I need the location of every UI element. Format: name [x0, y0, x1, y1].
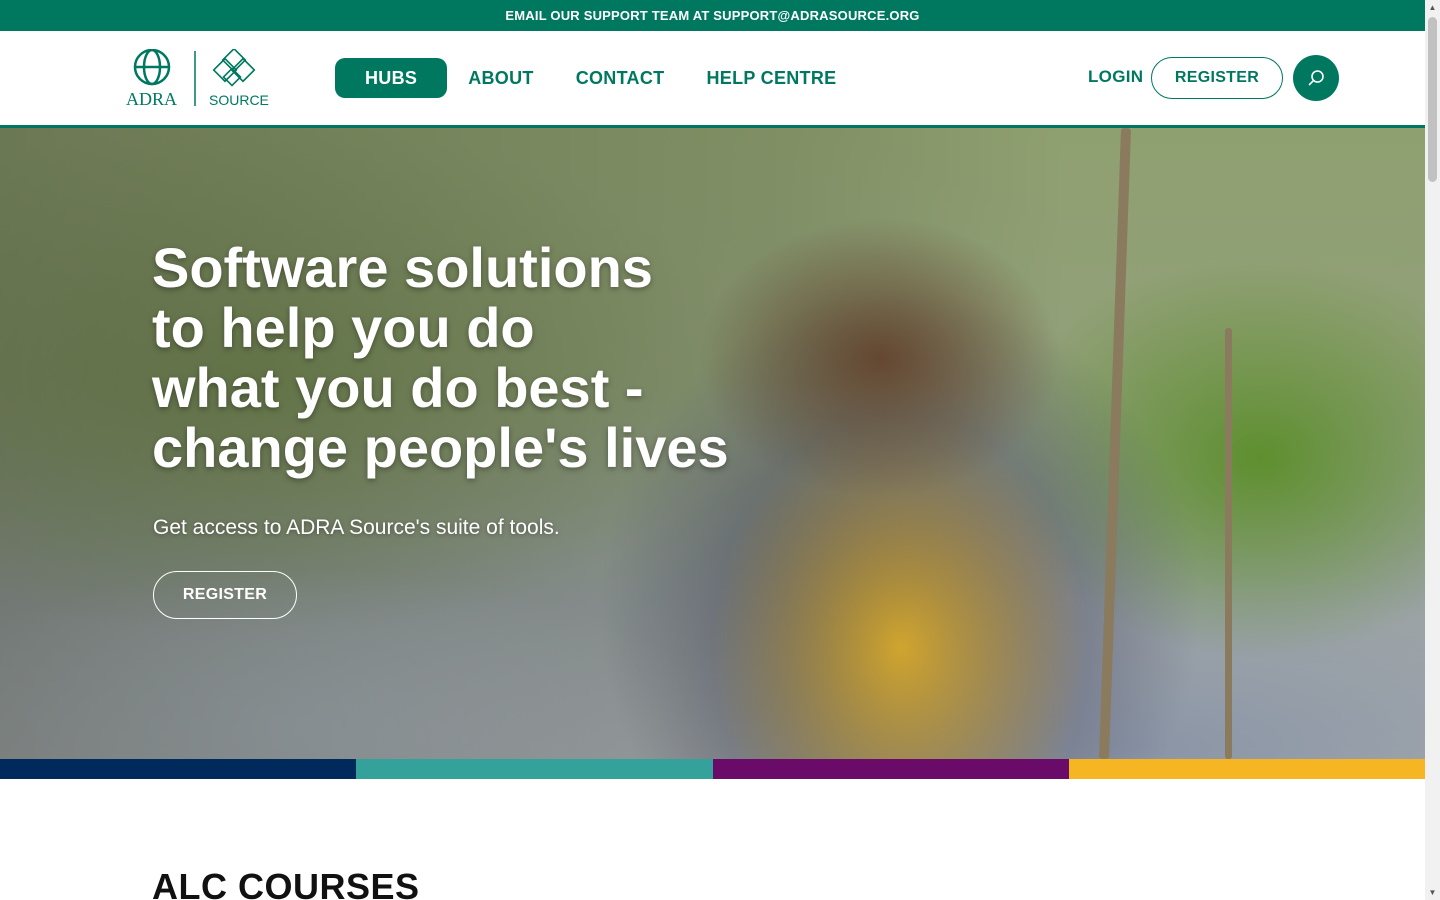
source-diamond-icon — [212, 49, 256, 87]
hero-title: Software solutions to help you do what y… — [152, 236, 729, 479]
logo-text-source: SOURCE — [209, 92, 269, 108]
hero-banner: Software solutions to help you do what y… — [0, 128, 1425, 759]
adra-globe-icon — [133, 49, 171, 86]
logo-text-adra: ADRA — [126, 89, 177, 109]
scroll-down-icon[interactable]: ▼ — [1425, 885, 1440, 900]
nav-item-contact[interactable]: CONTACT — [555, 58, 686, 98]
section-title-alc-courses: ALC COURSES — [152, 866, 420, 900]
color-strip-segment — [712, 759, 1069, 779]
register-button[interactable]: REGISTER — [1151, 57, 1283, 99]
nav-item-help-centre[interactable]: HELP CENTRE — [685, 58, 857, 98]
scroll-up-icon[interactable]: ▲ — [1425, 0, 1440, 15]
search-icon — [1308, 70, 1324, 86]
color-strip-segment — [356, 759, 713, 779]
color-strip-segment — [0, 759, 357, 779]
search-button[interactable] — [1293, 55, 1339, 101]
hero-register-button[interactable]: REGISTER — [153, 571, 297, 619]
scroll-thumb[interactable] — [1428, 17, 1437, 182]
nav-item-about[interactable]: ABOUT — [447, 58, 555, 98]
hero-subtitle: Get access to ADRA Source's suite of too… — [153, 516, 560, 539]
adra-source-logo[interactable]: ADRA SOURCE — [126, 49, 276, 109]
color-strip-segment — [1068, 759, 1425, 779]
login-link[interactable]: LOGIN — [1088, 67, 1143, 87]
main-nav: HUBS ABOUT CONTACT HELP CENTRE — [335, 58, 857, 98]
support-banner: EMAIL OUR SUPPORT TEAM AT SUPPORT@ADRASO… — [0, 0, 1425, 31]
support-banner-text: EMAIL OUR SUPPORT TEAM AT SUPPORT@ADRASO… — [505, 8, 920, 23]
brand-color-strip — [0, 759, 1425, 779]
page-scrollbar[interactable]: ▲ ▼ — [1425, 0, 1440, 900]
nav-item-hubs[interactable]: HUBS — [335, 58, 448, 98]
site-header: ADRA SOURCE HUBS ABOUT CONTACT HELP CENT… — [0, 31, 1425, 128]
